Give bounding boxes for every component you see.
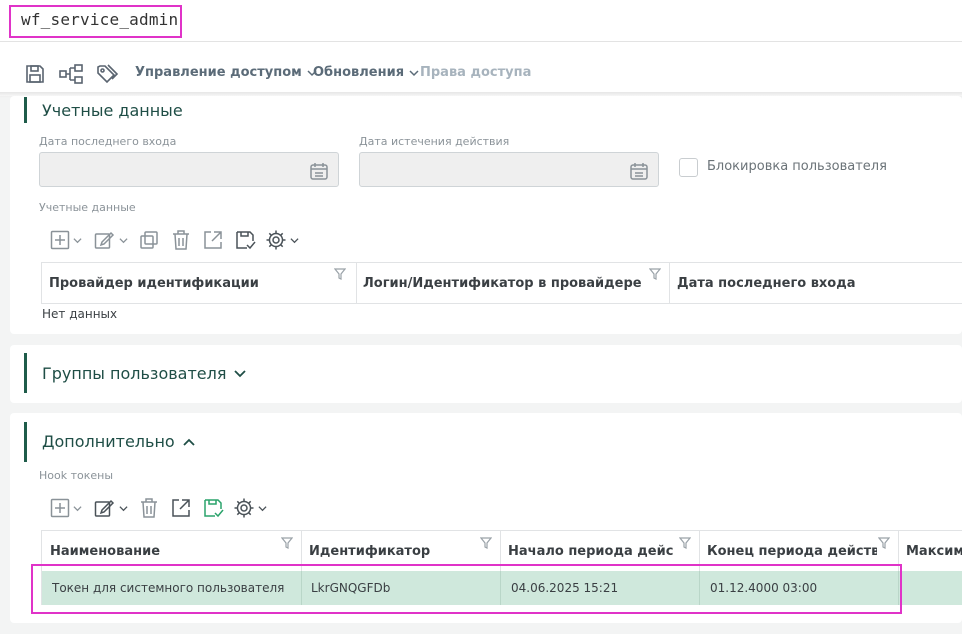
- grid-border-top: [41, 530, 962, 531]
- expiry-field[interactable]: [359, 152, 659, 187]
- chevron-down-icon: [258, 505, 267, 511]
- menu-updates[interactable]: Обновления: [313, 65, 419, 80]
- chevron-down-icon: [73, 237, 82, 243]
- chevron-down-icon: [234, 369, 247, 377]
- copy-icon[interactable]: [139, 230, 159, 250]
- column-header-max[interactable]: Максима: [906, 544, 962, 559]
- edit-button[interactable]: [94, 229, 130, 251]
- additional-section-toggle[interactable]: Дополнительно: [42, 432, 195, 451]
- chevron-down-icon: [119, 505, 128, 511]
- chevron-down-icon: [119, 237, 128, 243]
- chevron-down-icon: [73, 505, 82, 511]
- gear-icon: [266, 230, 286, 250]
- filter-icon[interactable]: [679, 537, 691, 549]
- column-header-last-login[interactable]: Дата последнего входа: [677, 276, 962, 291]
- settings-button[interactable]: [233, 497, 269, 519]
- edit-button[interactable]: [94, 497, 130, 519]
- plus-icon: [50, 230, 70, 250]
- column-separator: [669, 263, 670, 303]
- calendar-icon[interactable]: [308, 160, 330, 182]
- menu-access-management-label: Управление доступом: [135, 65, 302, 80]
- block-user-label: Блокировка пользователя: [707, 159, 887, 174]
- gear-icon: [234, 498, 254, 518]
- filter-icon[interactable]: [480, 537, 492, 549]
- column-header-start[interactable]: Начало периода дейст…: [508, 544, 673, 559]
- export-icon[interactable]: [203, 230, 223, 250]
- block-user-checkbox[interactable]: [679, 158, 698, 177]
- chevron-down-icon: [290, 237, 299, 243]
- menu-updates-label: Обновления: [313, 65, 405, 80]
- section-accent: [24, 97, 27, 123]
- save-icon[interactable]: [23, 62, 47, 86]
- expiry-label: Дата истечения действия: [359, 135, 510, 148]
- column-header-provider[interactable]: Провайдер идентификации: [49, 276, 344, 291]
- additional-section-title: Дополнительно: [42, 432, 175, 451]
- save-to-grid-icon[interactable]: [203, 498, 225, 518]
- menu-access-rights-label: Права доступа: [420, 65, 532, 80]
- grid-border-top: [41, 262, 962, 263]
- tree-icon[interactable]: [58, 62, 84, 86]
- chevron-up-icon: [183, 438, 195, 446]
- last-login-label: Дата последнего входа: [39, 135, 177, 148]
- column-header-end[interactable]: Конец периода действия: [707, 544, 877, 559]
- tags-icon[interactable]: [95, 62, 121, 86]
- settings-button[interactable]: [265, 229, 301, 251]
- row-highlight: [31, 564, 902, 614]
- credentials-grid-label: Учетные данные: [39, 201, 136, 214]
- add-button[interactable]: [50, 229, 86, 251]
- column-header-login[interactable]: Логин/Идентификатор в провайдере: [363, 276, 648, 291]
- filter-icon[interactable]: [334, 268, 346, 280]
- save-to-grid-icon[interactable]: [235, 230, 257, 250]
- credentials-card: [10, 96, 962, 334]
- filter-icon[interactable]: [878, 537, 890, 549]
- column-header-name[interactable]: Наименование: [50, 544, 280, 559]
- chevron-down-icon: [409, 69, 419, 76]
- last-login-field[interactable]: [39, 152, 339, 187]
- menu-access-rights[interactable]: Права доступа: [420, 65, 531, 80]
- edit-icon: [94, 231, 115, 249]
- empty-grid-text: Нет данных: [42, 307, 118, 321]
- add-button[interactable]: [50, 497, 86, 519]
- edit-icon: [94, 499, 115, 517]
- filter-icon[interactable]: [281, 537, 293, 549]
- menu-access-management[interactable]: Управление доступом: [135, 65, 317, 80]
- groups-section-title: Группы пользователя: [42, 364, 227, 383]
- column-header-identifier[interactable]: Идентификатор: [309, 544, 474, 559]
- column-separator: [356, 263, 357, 303]
- page-title: wf_service_admin: [21, 10, 179, 29]
- section-accent: [24, 422, 27, 462]
- plus-icon: [50, 498, 70, 518]
- hook-tokens-label: Hook токены: [39, 469, 114, 482]
- grid-border-bottom: [41, 303, 962, 304]
- filter-icon[interactable]: [649, 268, 661, 280]
- calendar-icon[interactable]: [628, 160, 650, 182]
- grid-border-left: [41, 262, 42, 303]
- delete-icon[interactable]: [139, 497, 159, 519]
- section-accent: [24, 353, 27, 393]
- title-divider: [0, 41, 962, 42]
- export-icon[interactable]: [171, 498, 191, 518]
- groups-section-toggle[interactable]: Группы пользователя: [42, 364, 247, 383]
- credentials-section-title: Учетные данные: [42, 101, 183, 120]
- delete-icon[interactable]: [171, 229, 191, 251]
